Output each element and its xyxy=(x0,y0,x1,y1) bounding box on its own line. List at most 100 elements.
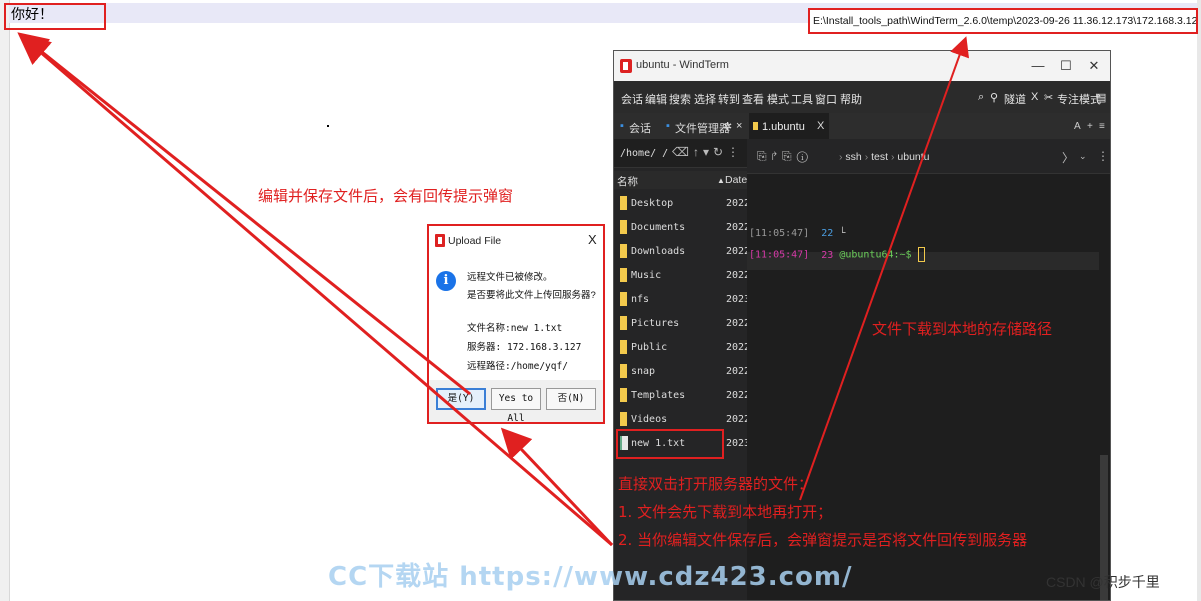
panel-toggle-icon[interactable]: ▤ xyxy=(1096,91,1106,104)
focus-mode-icon: ✂ xyxy=(1044,92,1054,104)
breadcrumb: › ssh › test › ubuntu xyxy=(839,151,930,163)
session-tab-marker-icon: ▪ xyxy=(620,120,624,132)
gear-icon[interactable]: ✲ xyxy=(723,120,732,133)
folder-icon xyxy=(620,364,627,378)
list-item[interactable]: Pictures 2022 xyxy=(614,312,750,336)
column-date[interactable]: Date xyxy=(725,174,747,186)
yes-to-all-button[interactable]: Yes to All xyxy=(491,388,541,424)
editor-text-highlight xyxy=(4,3,106,30)
search-icon[interactable]: ⌕ xyxy=(978,91,984,104)
menu-x[interactable]: X xyxy=(1031,91,1038,103)
expand-right-icon[interactable]: 〉 xyxy=(1062,149,1074,166)
menu-goto[interactable]: 转到 xyxy=(718,91,740,107)
tab-session[interactable]: 会话 xyxy=(629,120,651,136)
new-file-highlight xyxy=(616,429,724,459)
terminal-timestamp: [11:05:47] xyxy=(749,249,810,261)
path-toolbar-icons[interactable]: ⌫↑▾↻⋮ xyxy=(672,145,743,159)
dialog-titlebar: Upload File X xyxy=(429,226,603,257)
close-icon[interactable]: × xyxy=(736,120,742,132)
menu-search[interactable]: 搜索 xyxy=(669,91,691,107)
file-name: Pictures xyxy=(631,318,680,329)
column-name[interactable]: 名称 xyxy=(617,174,638,189)
windterm-logo-icon xyxy=(435,234,445,247)
file-name: Downloads xyxy=(631,246,686,257)
tab-file-manager[interactable]: 文件管理器 xyxy=(675,120,730,136)
folder-icon xyxy=(620,412,627,426)
tab-close-button[interactable]: X xyxy=(817,120,824,132)
annotation-download-path: 文件下载到本地的存储路径 xyxy=(872,320,1053,338)
menu-view[interactable]: 查看 xyxy=(742,91,764,107)
dialog-title: Upload File xyxy=(448,235,502,247)
menu-session[interactable]: 会话 xyxy=(621,91,643,107)
dialog-message: 远程文件已被修改。 xyxy=(467,272,553,283)
session-breadcrumb-bar: ⎘↱⎘ⓘ › ssh › test › ubuntu 〉 ⌄ ⋮ xyxy=(747,139,1110,174)
terminal-cursor xyxy=(917,247,925,262)
terminal-line-number: 23 xyxy=(821,249,834,261)
terminal-line: [11:05:47] 22 └ xyxy=(749,228,845,239)
menu-edit[interactable]: 编辑 xyxy=(645,91,667,107)
file-name: Documents xyxy=(631,222,686,233)
list-item[interactable]: Music 2022 xyxy=(614,264,750,288)
more-icon[interactable]: ⋮ xyxy=(1097,149,1109,163)
menu-focus-mode[interactable]: 专注模式 xyxy=(1057,91,1101,107)
list-item[interactable]: nfs 2023 xyxy=(614,288,750,312)
menu-help[interactable]: 帮助 xyxy=(840,91,862,107)
folder-icon xyxy=(620,244,627,258)
menu-select[interactable]: 选择 xyxy=(694,91,716,107)
maximize-button[interactable]: ☐ xyxy=(1056,57,1076,75)
annotation-step-1: 1. 文件会先下载到本地再打开； xyxy=(618,503,833,521)
tab-ubuntu[interactable]: 1.ubuntu X xyxy=(749,113,829,139)
file-name: snap xyxy=(631,366,656,377)
csdn-credit: CSDN @积步千里 xyxy=(1046,574,1160,590)
breadcrumb-ssh[interactable]: ssh xyxy=(845,151,861,163)
breadcrumb-test[interactable]: test xyxy=(871,151,888,163)
minimize-button[interactable]: — xyxy=(1028,57,1048,75)
tab-color-marker xyxy=(753,122,758,130)
list-item[interactable]: Templates 2022 xyxy=(614,384,750,408)
list-item[interactable]: Desktop 2022 xyxy=(614,192,750,216)
breadcrumb-ubuntu[interactable]: ubuntu xyxy=(897,151,929,163)
menu-window[interactable]: 窗口 xyxy=(815,91,837,107)
text-caret xyxy=(327,125,329,127)
folder-icon xyxy=(620,292,627,306)
terminal-prompt[interactable]: @ubuntu64:~$ xyxy=(839,250,917,261)
file-column-header: 名称 ▲ Date xyxy=(614,171,747,189)
tab-ubuntu-label: 1.ubuntu xyxy=(762,121,805,133)
tunnel-icon: ⚲ xyxy=(990,92,999,104)
remote-path[interactable]: /home/ / xyxy=(620,148,668,159)
dialog-close-button[interactable]: X xyxy=(588,232,597,247)
list-item[interactable]: Downloads 2022 xyxy=(614,240,750,264)
dialog-question: 是否要将此文件上传回服务器? xyxy=(467,290,596,301)
list-item[interactable]: snap 2022 xyxy=(614,360,750,384)
menu-tools[interactable]: 工具 xyxy=(791,91,813,107)
sort-arrow-icon: ▲ xyxy=(717,176,725,185)
menu-bar: 会话 编辑 搜索 选择 转到 查看 模式 工具 窗口 帮助 ⌕ ⚲ 隧道 X ✂… xyxy=(614,81,1110,113)
chevron-down-icon[interactable]: ⌄ xyxy=(1079,151,1087,162)
terminal-line-number: 22 xyxy=(821,228,834,239)
annotation-double-click: 直接双击打开服务器的文件： xyxy=(618,475,814,493)
folder-icon xyxy=(620,316,627,330)
dialog-button-row: 是(Y) Yes to All 否(N) xyxy=(429,380,603,424)
tab-menu-button[interactable]: ≡ xyxy=(1099,121,1105,132)
upload-file-dialog: Upload File X i 远程文件已被修改。 是否要将此文件上传回服务器?… xyxy=(427,224,605,424)
file-name: Music xyxy=(631,270,662,281)
breadcrumb-toolbar-icons[interactable]: ⎘↱⎘ⓘ xyxy=(757,149,813,164)
dialog-filename: 文件名称:new 1.txt xyxy=(467,323,563,334)
list-item[interactable]: Public 2022 xyxy=(614,336,750,360)
info-icon: i xyxy=(436,271,456,291)
menu-mode[interactable]: 模式 xyxy=(767,91,789,107)
terminal-timestamp: [11:05:47] xyxy=(749,228,810,239)
file-manager-tab-marker-icon: ▪ xyxy=(666,120,670,132)
yes-button[interactable]: 是(Y) xyxy=(436,388,486,410)
list-item[interactable]: Documents 2022 xyxy=(614,216,750,240)
file-name: Desktop xyxy=(631,198,674,209)
folder-icon xyxy=(620,220,627,234)
editor-scrollbar[interactable] xyxy=(1197,0,1201,601)
dialog-server: 服务器: 172.168.3.127 xyxy=(467,342,582,353)
new-tab-button[interactable]: + xyxy=(1087,121,1093,132)
font-button[interactable]: A xyxy=(1074,121,1081,132)
dialog-body: i 远程文件已被修改。 是否要将此文件上传回服务器? 文件名称:new 1.tx… xyxy=(429,256,603,380)
close-window-button[interactable]: ✕ xyxy=(1084,57,1104,75)
no-button[interactable]: 否(N) xyxy=(546,388,596,410)
menu-tunnel[interactable]: 隧道 xyxy=(1004,91,1026,107)
